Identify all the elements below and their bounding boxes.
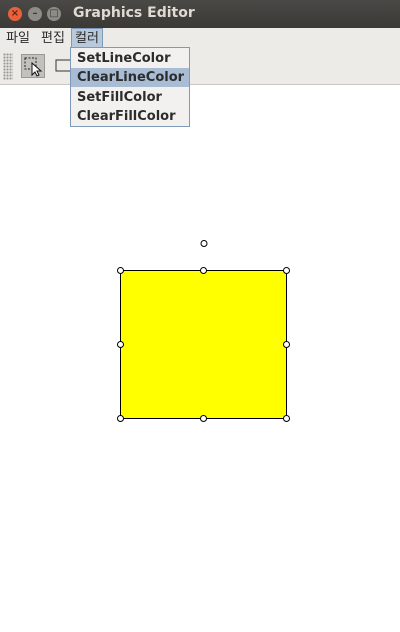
menu-item-set-line-color[interactable]: SetLineColor bbox=[71, 49, 189, 68]
menu-item-clear-line-color[interactable]: ClearLineColor bbox=[71, 68, 189, 87]
yellow-rectangle-shape[interactable] bbox=[120, 270, 287, 419]
menu-file[interactable]: 파일 bbox=[3, 28, 33, 49]
resize-handle-n[interactable] bbox=[200, 267, 207, 274]
color-menu-dropdown: SetLineColor ClearLineColor SetFillColor… bbox=[70, 47, 190, 127]
resize-handle-se[interactable] bbox=[283, 415, 290, 422]
resize-handle-w[interactable] bbox=[117, 341, 124, 348]
maximize-window-button[interactable]: □ bbox=[47, 7, 61, 21]
select-tool-button[interactable] bbox=[21, 54, 45, 78]
resize-handle-e[interactable] bbox=[283, 341, 290, 348]
toolbar-grip[interactable] bbox=[3, 53, 13, 80]
resize-handle-s[interactable] bbox=[200, 415, 207, 422]
menu-item-set-fill-color[interactable]: SetFillColor bbox=[71, 88, 189, 107]
menu-item-clear-fill-color[interactable]: ClearFillColor bbox=[71, 107, 189, 126]
title-bar: × – □ Graphics Editor bbox=[0, 0, 400, 28]
menu-edit[interactable]: 편집 bbox=[38, 28, 68, 49]
window-title: Graphics Editor bbox=[73, 5, 195, 21]
menu-bar: 파일 편집 컬러 bbox=[0, 28, 400, 49]
toolbar bbox=[0, 49, 400, 85]
select-arrow-icon bbox=[24, 57, 43, 77]
resize-handle-ne[interactable] bbox=[283, 267, 290, 274]
menu-color[interactable]: 컬러 bbox=[71, 28, 103, 49]
close-window-button[interactable]: × bbox=[8, 7, 22, 21]
resize-handle-sw[interactable] bbox=[117, 415, 124, 422]
rotate-handle[interactable] bbox=[200, 240, 208, 247]
minimize-window-button[interactable]: – bbox=[28, 7, 42, 21]
drawing-canvas[interactable] bbox=[0, 85, 400, 628]
resize-handle-nw[interactable] bbox=[117, 267, 124, 274]
